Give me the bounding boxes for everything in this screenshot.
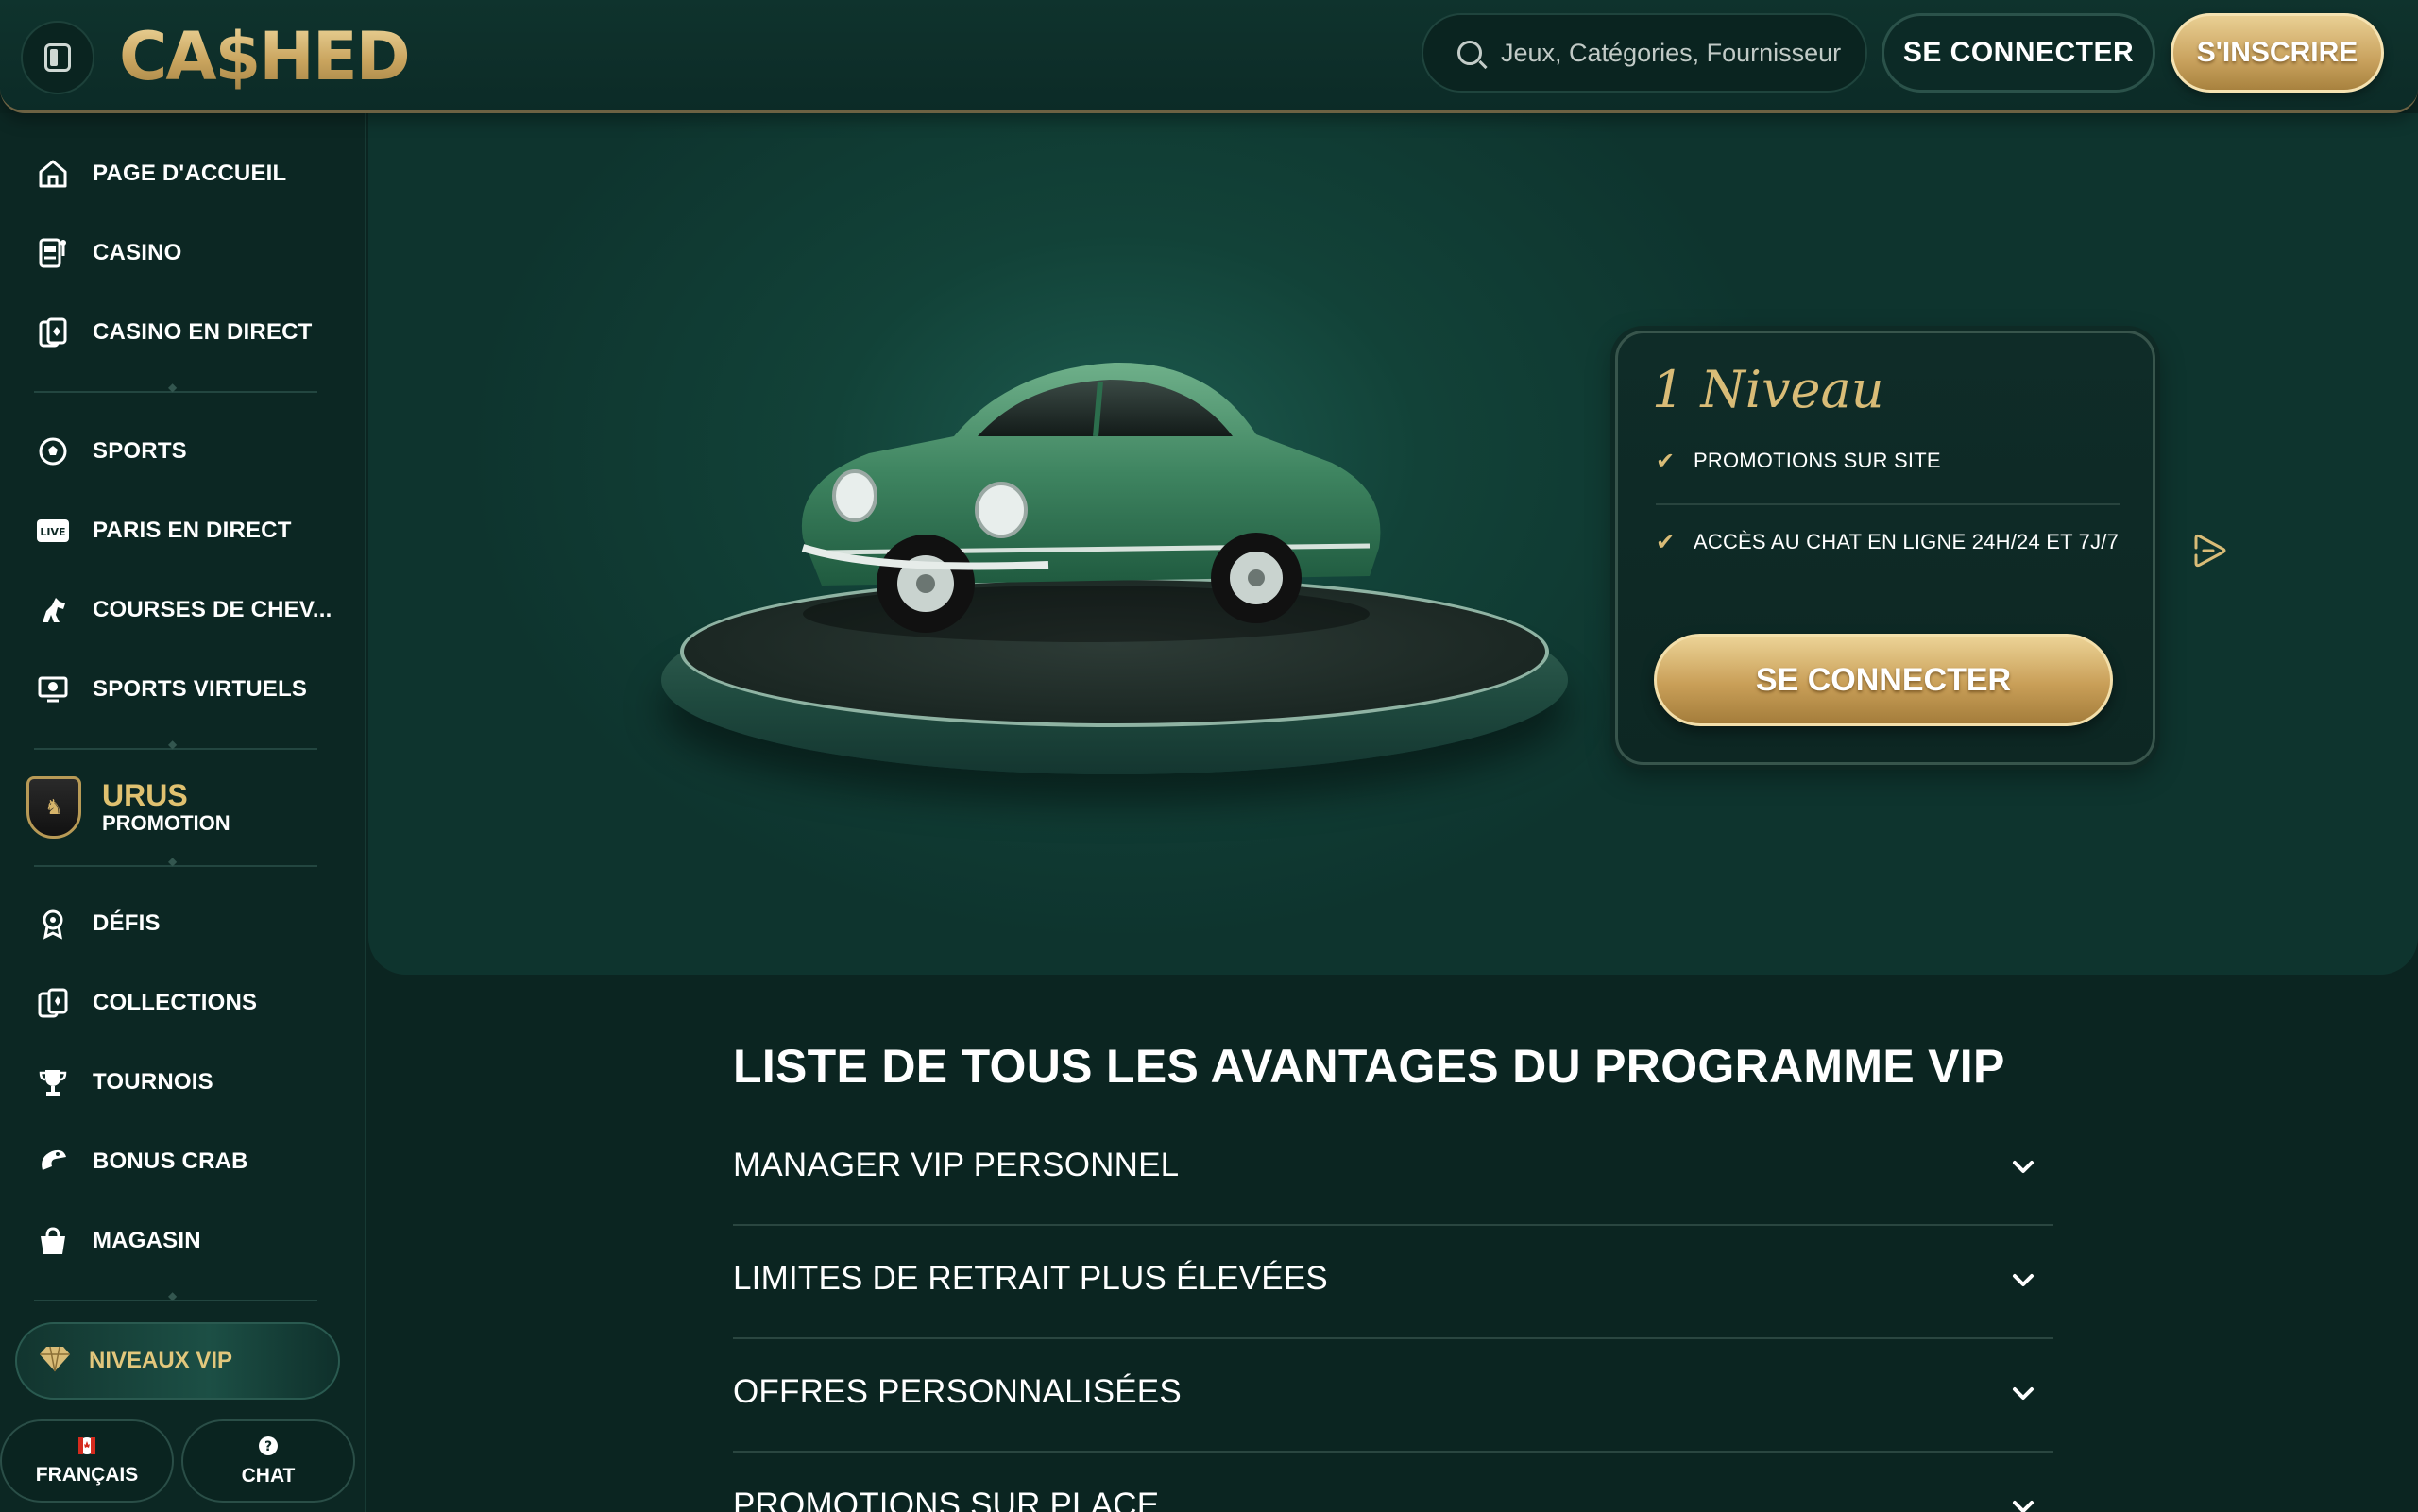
sidebar-item-label: CASINO: [93, 240, 182, 265]
sidebar-item-label: COURSES DE CHEV...: [93, 597, 332, 622]
language-button[interactable]: FRANÇAIS: [0, 1419, 174, 1503]
vip-hero-banner: 1 Niveau ✔ PROMOTIONS SUR SITE ✔ ACCÈS A…: [368, 113, 2418, 975]
sidebar-item-bonus-crab[interactable]: BONUS CRAB: [34, 1133, 346, 1190]
sidebar-divider: [34, 381, 317, 394]
sidebar-item-label: TOURNOIS: [93, 1069, 213, 1095]
check-icon: ✔: [1656, 529, 1676, 555]
vip-level-card: 1 Niveau ✔ PROMOTIONS SUR SITE ✔ ACCÈS A…: [1615, 331, 2155, 765]
sidebar-item-horse-racing[interactable]: COURSES DE CHEV...: [34, 582, 346, 638]
sidebar-divider: [34, 1289, 317, 1302]
sidebar-item-challenges[interactable]: DÉFIS: [34, 895, 346, 952]
sidebar-toggle-button[interactable]: [21, 21, 94, 94]
language-label: FRANÇAIS: [35, 1463, 139, 1486]
vip-levels-label: NIVEAUX VIP: [89, 1348, 233, 1373]
trophy-icon: [34, 1063, 72, 1101]
sidebar-item-collections[interactable]: COLLECTIONS: [34, 975, 346, 1031]
sidebar-item-sports[interactable]: SPORTS: [34, 423, 346, 480]
sidebar-item-tournaments[interactable]: TOURNOIS: [34, 1054, 346, 1111]
login-button[interactable]: SE CONNECTER: [1882, 13, 2155, 93]
perk-text: PROMOTIONS SUR SITE: [1694, 449, 1941, 472]
perk-item: ✔ PROMOTIONS SUR SITE: [1656, 447, 2119, 475]
benefit-accordion-item[interactable]: LIMITES DE RETRAIT PLUS ÉLEVÉES: [733, 1226, 2053, 1339]
sidebar-item-label: PAGE D'ACCUEIL: [93, 161, 287, 186]
sidebar: PAGE D'ACCUEIL CASINO CASINO EN DIRECT S…: [0, 113, 366, 1512]
sidebar-item-home[interactable]: PAGE D'ACCUEIL: [34, 145, 346, 202]
promo-title: URUS: [102, 778, 188, 812]
top-header: CA$HED SE CONNECTER S'INSCRIRE: [0, 0, 2418, 113]
cashed-logo[interactable]: CA$HED: [119, 13, 411, 100]
search-icon: [1457, 41, 1482, 65]
horse-icon: [34, 591, 72, 629]
medal-icon: [34, 905, 72, 943]
sidebar-item-shop[interactable]: MAGASIN: [34, 1213, 346, 1269]
perk-item: ✔ ACCÈS AU CHAT EN LIGNE 24H/24 ET 7J/7: [1656, 528, 2119, 556]
svg-text:LIVE: LIVE: [40, 526, 65, 538]
soccer-ball-icon: [34, 433, 72, 470]
perk-separator: [1656, 503, 2120, 505]
sidebar-item-label: MAGASIN: [93, 1228, 201, 1253]
sidebar-item-label: CASINO EN DIRECT: [93, 319, 313, 345]
signup-button[interactable]: S'INSCRIRE: [2171, 13, 2384, 93]
sidebar-item-casino[interactable]: CASINO: [34, 225, 346, 281]
cards-icon: [34, 984, 72, 1022]
chevron-down-icon: [2013, 1274, 2034, 1286]
shopping-bag-icon: [34, 1222, 72, 1260]
benefit-label: PROMOTIONS SUR PLACE: [733, 1487, 1160, 1512]
sidebar-divider: [34, 738, 317, 751]
benefit-accordion-item[interactable]: OFFRES PERSONNALISÉES: [733, 1339, 2053, 1453]
search-bar[interactable]: [1422, 13, 1867, 93]
live-badge-icon: LIVE: [34, 512, 72, 550]
card-login-button[interactable]: SE CONNECTER: [1654, 634, 2113, 726]
sidebar-item-label: BONUS CRAB: [93, 1148, 248, 1174]
canada-flag-icon: [77, 1436, 96, 1460]
search-input[interactable]: [1501, 38, 1841, 68]
chat-label: CHAT: [241, 1464, 296, 1487]
sidebar-item-live-casino[interactable]: CASINO EN DIRECT: [34, 304, 346, 361]
benefit-accordion-item[interactable]: MANAGER VIP PERSONNEL: [733, 1113, 2053, 1226]
sidebar-divider: [34, 855, 317, 868]
next-level-button[interactable]: [2182, 524, 2239, 581]
chevron-down-icon: [2013, 1387, 2034, 1400]
home-icon: [34, 155, 72, 193]
diamond-icon: [38, 1345, 72, 1378]
check-icon: ✔: [1656, 448, 1676, 474]
perk-text: ACCÈS AU CHAT EN LIGNE 24H/24 ET 7J/7: [1694, 530, 2120, 553]
benefit-label: OFFRES PERSONNALISÉES: [733, 1373, 1182, 1410]
lamborghini-shield-icon: ♞: [26, 776, 81, 839]
sidebar-item-live-betting[interactable]: LIVE PARIS EN DIRECT: [34, 502, 346, 559]
benefit-label: MANAGER VIP PERSONNEL: [733, 1147, 1180, 1183]
sidebar-item-label: SPORTS VIRTUELS: [93, 676, 308, 702]
vip-levels-button[interactable]: NIVEAUX VIP: [15, 1322, 340, 1400]
vip-benefits-title: LISTE DE TOUS LES AVANTAGES DU PROGRAMME…: [733, 1040, 2005, 1093]
chevron-down-icon: [2013, 1161, 2034, 1173]
sidebar-item-label: COLLECTIONS: [93, 990, 258, 1015]
help-question-icon: ?: [258, 1436, 279, 1461]
live-cards-icon: [34, 314, 72, 351]
classic-green-car-illustration: [801, 362, 1381, 642]
chevron-down-icon: [2013, 1501, 2034, 1512]
arrow-right-icon: [2190, 531, 2230, 575]
slot-machine-icon: [34, 234, 72, 272]
urus-promotion-link[interactable]: ♞ URUS PROMOTION: [26, 774, 329, 841]
benefit-label: LIMITES DE RETRAIT PLUS ÉLEVÉES: [733, 1260, 1328, 1297]
virtual-sports-icon: [34, 671, 72, 708]
sidebar-toggle-icon: [44, 43, 71, 72]
sidebar-item-label: DÉFIS: [93, 910, 161, 936]
sidebar-item-label: SPORTS: [93, 438, 187, 464]
benefit-accordion-item[interactable]: PROMOTIONS SUR PLACE: [733, 1453, 2053, 1512]
svg-text:?: ?: [264, 1439, 272, 1454]
vip-level-title: 1 Niveau: [1652, 360, 1884, 419]
chat-button[interactable]: ? CHAT: [181, 1419, 355, 1503]
crab-claw-icon: [34, 1143, 72, 1181]
promo-subtitle: PROMOTION: [102, 811, 230, 835]
sidebar-item-virtual-sports[interactable]: SPORTS VIRTUELS: [34, 661, 346, 718]
sidebar-item-label: PARIS EN DIRECT: [93, 518, 292, 543]
